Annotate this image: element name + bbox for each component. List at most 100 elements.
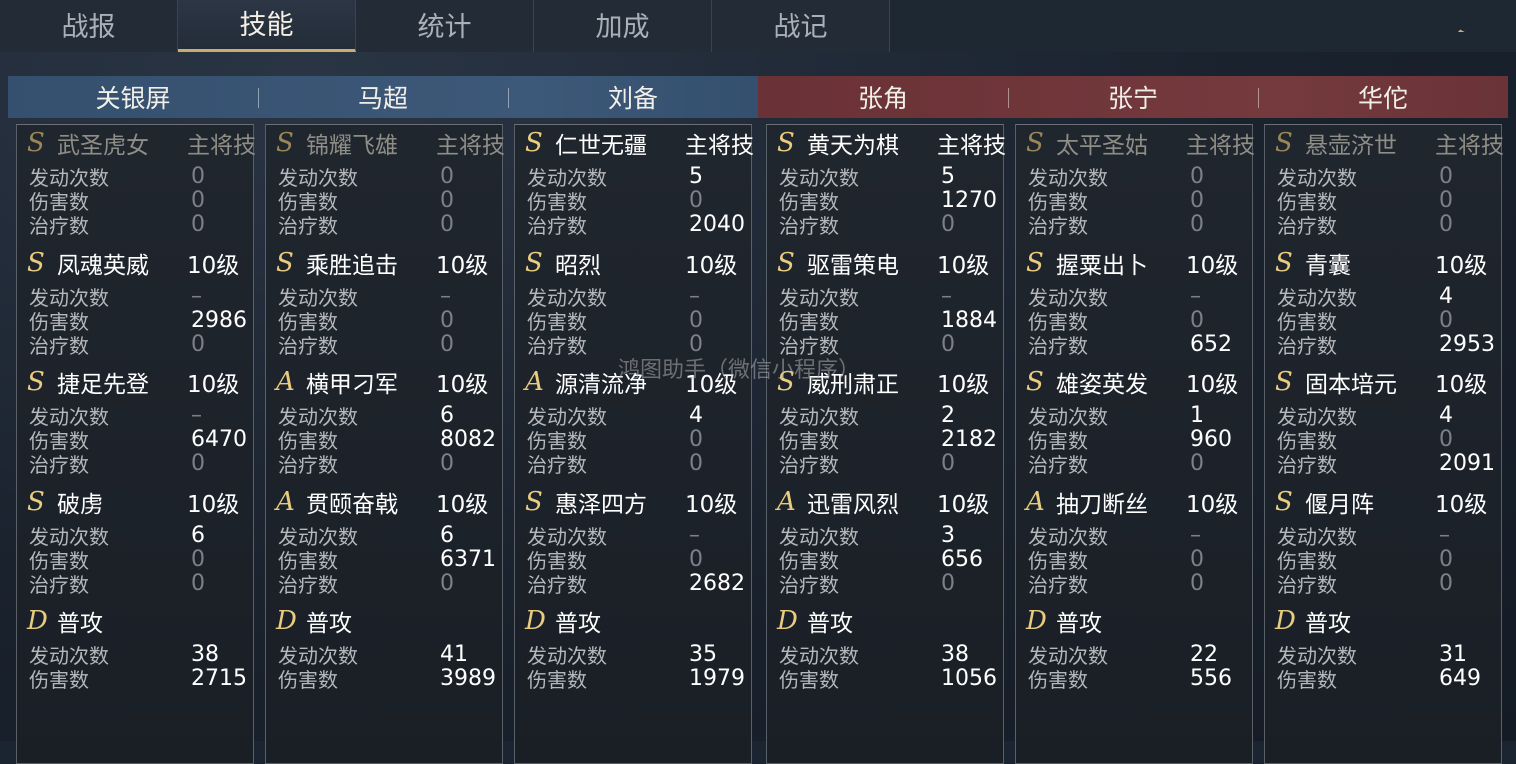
stat-label-count: 发动次数 — [779, 524, 859, 549]
stat-label-heal: 治疗数 — [779, 213, 839, 238]
tab-battle-report[interactable]: 战报 — [0, 0, 178, 52]
stat-label-count: 发动次数 — [1277, 165, 1357, 190]
skill-grade-badge: S — [276, 248, 294, 278]
stat-value-damage: 3989 — [440, 665, 496, 691]
stat-label-count: 发动次数 — [527, 285, 607, 310]
skill-title: S 黄天为棋 — [777, 125, 899, 161]
stat-value-count: – — [191, 402, 202, 428]
stat-value-heal: 0 — [440, 331, 454, 357]
stat-value-count: 41 — [440, 641, 468, 667]
skill-level: 10级 — [187, 253, 240, 279]
red-team-header: 张角 张宁 华佗 — [758, 76, 1508, 118]
skill-level: 10级 — [685, 492, 738, 518]
stat-label-count: 发动次数 — [779, 643, 859, 668]
stat-value-count: 6 — [191, 522, 205, 548]
hero-header-name: 马超 — [258, 76, 508, 118]
skill-grade-badge: S — [525, 487, 543, 517]
stat-value-heal: 2040 — [689, 211, 745, 237]
stat-label-damage: 伤害数 — [1028, 667, 1088, 692]
stat-value-damage: 8082 — [440, 426, 496, 452]
stat-value-heal: 0 — [1190, 450, 1204, 476]
skill-name: 普攻 — [306, 611, 352, 637]
skill-grade-badge: S — [525, 248, 543, 278]
stat-label-heal: 治疗数 — [29, 572, 89, 597]
skill-title: D 普攻 — [27, 603, 103, 639]
stat-value-damage: 556 — [1190, 665, 1232, 691]
stat-value-damage: 0 — [689, 187, 703, 213]
stat-value-heal: 2682 — [689, 570, 745, 596]
stat-label-count: 发动次数 — [1028, 643, 1108, 668]
tab-skills[interactable]: 技能 — [178, 0, 356, 52]
stat-value-heal: 0 — [1439, 570, 1453, 596]
stat-label-count: 发动次数 — [1277, 643, 1357, 668]
stat-label-damage: 伤害数 — [779, 309, 839, 334]
stat-label-damage: 伤害数 — [779, 548, 839, 573]
stat-value-damage: 0 — [1190, 187, 1204, 213]
stat-label-damage: 伤害数 — [1277, 428, 1337, 453]
skill-title: A 迅雷风烈 — [777, 484, 899, 520]
stat-label-heal: 治疗数 — [779, 452, 839, 477]
skill-title: S 握粟出卜 — [1026, 245, 1148, 281]
skill-grade-badge: S — [276, 128, 294, 158]
skill-level: 10级 — [187, 492, 240, 518]
stat-value-count: 4 — [689, 402, 703, 428]
skill-name: 雄姿英发 — [1056, 372, 1148, 398]
stat-value-damage: 0 — [1439, 426, 1453, 452]
stat-label-count: 发动次数 — [278, 404, 358, 429]
skill-level: 主将技 — [187, 133, 256, 159]
skill-title: S 凤魂英威 — [27, 245, 149, 281]
skill-grade-badge: S — [1275, 248, 1293, 278]
skill-name: 太平圣姑 — [1056, 133, 1148, 159]
tab-statistics[interactable]: 统计 — [356, 0, 534, 52]
skill-title: S 太平圣姑 — [1026, 125, 1148, 161]
skill-title: S 锦耀飞雄 — [276, 125, 398, 161]
skill-grade-badge: D — [1275, 606, 1296, 636]
stat-label-damage: 伤害数 — [779, 428, 839, 453]
stat-label-heal: 治疗数 — [29, 333, 89, 358]
stat-value-count: 0 — [1439, 163, 1453, 189]
stat-value-damage: 6371 — [440, 546, 496, 572]
skill-title: S 捷足先登 — [27, 364, 149, 400]
skill-level: 主将技 — [685, 133, 754, 159]
stat-value-count: 0 — [191, 163, 205, 189]
skill-title: D 普攻 — [1275, 603, 1351, 639]
skill-title: D 普攻 — [525, 603, 601, 639]
stat-label-damage: 伤害数 — [779, 189, 839, 214]
skill-level: 10级 — [1186, 492, 1239, 518]
stat-label-heal: 治疗数 — [278, 333, 338, 358]
stat-label-damage: 伤害数 — [1028, 428, 1088, 453]
watermark: 鸿图助手（微信小程序） — [618, 358, 861, 383]
skill-level: 10级 — [436, 253, 489, 279]
skill-level: 10级 — [187, 372, 240, 398]
stat-label-count: 发动次数 — [278, 524, 358, 549]
stat-value-heal: 0 — [1190, 211, 1204, 237]
skill-grade-badge: S — [777, 248, 795, 278]
stat-label-damage: 伤害数 — [527, 189, 587, 214]
stat-label-heal: 治疗数 — [278, 452, 338, 477]
skill-level: 10级 — [1435, 253, 1488, 279]
skill-title: S 固本培元 — [1275, 364, 1397, 400]
skill-name: 贯颐奋戟 — [306, 492, 398, 518]
skill-title: S 破虏 — [27, 484, 103, 520]
stat-label-damage: 伤害数 — [1028, 189, 1088, 214]
stat-label-count: 发动次数 — [527, 643, 607, 668]
stat-label-count: 发动次数 — [1028, 404, 1108, 429]
stat-label-heal: 治疗数 — [527, 333, 587, 358]
hero-header-name: 华佗 — [1258, 76, 1508, 118]
stat-label-count: 发动次数 — [29, 404, 109, 429]
skill-level: 10级 — [685, 253, 738, 279]
skill-grade-badge: S — [1275, 487, 1293, 517]
skill-name: 惠泽四方 — [555, 492, 647, 518]
stat-label-damage: 伤害数 — [29, 548, 89, 573]
tab-battle-log[interactable]: 战记 — [712, 0, 890, 52]
skill-name: 破虏 — [57, 492, 103, 518]
stat-label-heal: 治疗数 — [779, 572, 839, 597]
stat-value-damage: 6470 — [191, 426, 247, 452]
top-tab-bar: 战报 技能 统计 加成 战记 — [0, 0, 890, 52]
stat-label-damage: 伤害数 — [278, 667, 338, 692]
skill-title: S 乘胜追击 — [276, 245, 398, 281]
hero-skill-column: S 锦耀飞雄 主将技 发动次数 0 伤害数 0 治疗数 0 S 乘胜追击 10级 发动次数 – 伤害数 0 治疗… — [265, 124, 505, 764]
skill-level: 10级 — [1435, 492, 1488, 518]
stat-value-heal: 0 — [941, 450, 955, 476]
tab-bonus[interactable]: 加成 — [534, 0, 712, 52]
